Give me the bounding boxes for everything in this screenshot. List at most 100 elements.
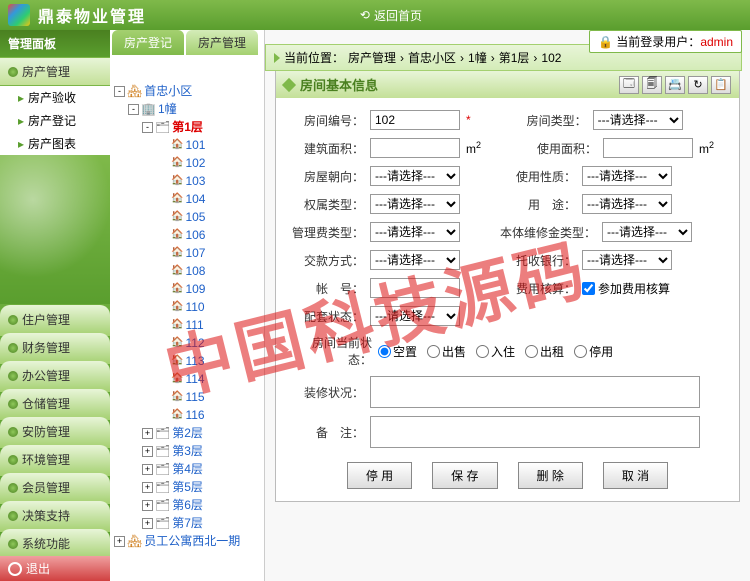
sidebar-item[interactable]: 财务管理 bbox=[0, 333, 110, 364]
status-radio[interactable]: 停用 bbox=[574, 343, 613, 360]
tree-node[interactable]: +🏘员工公寓西北一期 bbox=[114, 532, 260, 550]
status-radio[interactable]: 入住 bbox=[476, 343, 515, 360]
tree-node[interactable]: 🏠116 bbox=[114, 406, 260, 424]
tab-register[interactable]: 房产登记 bbox=[112, 30, 184, 55]
tool-btn[interactable]: 📋 bbox=[711, 76, 731, 94]
use-type-select[interactable]: ---请选择--- bbox=[582, 166, 672, 186]
tree-node[interactable]: 🏠102 bbox=[114, 154, 260, 172]
arrow-icon bbox=[274, 53, 280, 63]
tool-btn[interactable]: 📇 bbox=[665, 76, 685, 94]
main-content: 房间基本信息 🗔 🗐 📇 ↻ 📋 房间编号： * 房间类型： ---请选择--- bbox=[265, 30, 750, 581]
room-type-select[interactable]: ---请选择--- bbox=[593, 110, 683, 130]
ownership-select[interactable]: ---请选择--- bbox=[370, 194, 460, 214]
tree-node[interactable]: -🏢1幢 bbox=[114, 100, 260, 118]
crumb[interactable]: 1幢 bbox=[468, 49, 487, 66]
delete-button[interactable]: 删 除 bbox=[518, 462, 583, 489]
tree-node[interactable]: 🏠104 bbox=[114, 190, 260, 208]
status-radio[interactable]: 空置 bbox=[378, 343, 417, 360]
label: 使用面积： bbox=[517, 140, 597, 157]
decor-textarea[interactable] bbox=[370, 376, 700, 408]
equip-select[interactable]: ---请选择--- bbox=[370, 306, 460, 326]
tree-node[interactable]: -🏘首忠小区 bbox=[114, 82, 260, 100]
tab-manage[interactable]: 房产管理 bbox=[186, 30, 258, 55]
label: 交款方式： bbox=[292, 252, 364, 269]
tree-node[interactable]: 🏠114 bbox=[114, 370, 260, 388]
join-check[interactable]: 参加费用核算 bbox=[582, 280, 670, 297]
remark-textarea[interactable] bbox=[370, 416, 700, 448]
label: 费用核算： bbox=[496, 280, 576, 297]
disable-button[interactable]: 停 用 bbox=[347, 462, 412, 489]
tool-btn[interactable]: 🗐 bbox=[642, 76, 662, 94]
label: 房屋朝向： bbox=[292, 168, 364, 185]
sidebar-item[interactable]: 决策支持 bbox=[0, 501, 110, 532]
tree-node[interactable]: 🏠110 bbox=[114, 298, 260, 316]
tool-btn[interactable]: ↻ bbox=[688, 76, 708, 94]
label: 使用性质： bbox=[496, 168, 576, 185]
tool-btn[interactable]: 🗔 bbox=[619, 76, 639, 94]
fee-type-select[interactable]: ---请选择--- bbox=[370, 222, 460, 242]
tree-node[interactable]: +🗂第5层 bbox=[114, 478, 260, 496]
room-no-input[interactable] bbox=[370, 110, 460, 130]
crumb[interactable]: 102 bbox=[541, 51, 561, 65]
label: 托收银行： bbox=[496, 252, 576, 269]
tree-node[interactable]: 🏠103 bbox=[114, 172, 260, 190]
tree-node[interactable]: -🗂第1层 bbox=[114, 118, 260, 136]
sidebar-item[interactable]: 安防管理 bbox=[0, 417, 110, 448]
sidebar-sub[interactable]: ▸房产验收 bbox=[0, 86, 110, 109]
tree-node[interactable]: 🏠101 bbox=[114, 136, 260, 154]
sidebar: 管理面板 房产管理 ▸房产验收 ▸房产登记 ▸房产图表 住户管理财务管理办公管理… bbox=[0, 30, 110, 581]
label: 管理费类型： bbox=[292, 224, 364, 241]
pay-method-select[interactable]: ---请选择--- bbox=[370, 250, 460, 270]
tree-node[interactable]: 🏠112 bbox=[114, 334, 260, 352]
tree-node[interactable]: 🏠115 bbox=[114, 388, 260, 406]
label: 权属类型： bbox=[292, 196, 364, 213]
app-logo bbox=[8, 4, 30, 26]
status-radio[interactable]: 出租 bbox=[525, 343, 564, 360]
label: 房间类型： bbox=[507, 112, 587, 129]
tree-tabs: 房产登记 房产管理 bbox=[112, 30, 258, 55]
sidebar-item[interactable]: 环境管理 bbox=[0, 445, 110, 476]
tree-node[interactable]: 🏠105 bbox=[114, 208, 260, 226]
sidebar-item[interactable]: 仓储管理 bbox=[0, 389, 110, 420]
maint-type-select[interactable]: ---请选择--- bbox=[602, 222, 692, 242]
tree-node[interactable]: 🏠113 bbox=[114, 352, 260, 370]
save-button[interactable]: 保 存 bbox=[432, 462, 497, 489]
status-radio[interactable]: 出售 bbox=[427, 343, 466, 360]
power-icon bbox=[8, 562, 22, 576]
tree-node[interactable]: +🗂第3层 bbox=[114, 442, 260, 460]
label: 房间当前状态： bbox=[292, 334, 372, 368]
tree-node[interactable]: 🏠106 bbox=[114, 226, 260, 244]
label: 装修状况： bbox=[292, 384, 364, 401]
sidebar-item[interactable]: 住户管理 bbox=[0, 305, 110, 336]
sidebar-sub[interactable]: ▸房产登记 bbox=[0, 109, 110, 132]
sidebar-sub[interactable]: ▸房产图表 bbox=[0, 132, 110, 155]
label: 房间编号： bbox=[292, 112, 364, 129]
cancel-button[interactable]: 取 消 bbox=[603, 462, 668, 489]
tree-node[interactable]: 🏠108 bbox=[114, 262, 260, 280]
sidebar-item[interactable]: 会员管理 bbox=[0, 473, 110, 504]
use-area-input[interactable] bbox=[603, 138, 693, 158]
sidebar-item-property[interactable]: 房产管理 bbox=[0, 58, 110, 85]
build-area-input[interactable] bbox=[370, 138, 460, 158]
exit-button[interactable]: 退出 bbox=[0, 556, 110, 581]
direction-select[interactable]: ---请选择--- bbox=[370, 166, 460, 186]
tree-node[interactable]: +🗂第2层 bbox=[114, 424, 260, 442]
tree-node[interactable]: 🏠109 bbox=[114, 280, 260, 298]
label: 用 途： bbox=[496, 196, 576, 213]
account-input[interactable] bbox=[370, 278, 460, 298]
label: 帐 号： bbox=[292, 280, 364, 297]
tree-node[interactable]: 🏠107 bbox=[114, 244, 260, 262]
crumb[interactable]: 房产管理 bbox=[348, 49, 396, 66]
tree-node[interactable]: +🗂第6层 bbox=[114, 496, 260, 514]
tree-node[interactable]: +🗂第4层 bbox=[114, 460, 260, 478]
form-panel: 房间基本信息 🗔 🗐 📇 ↻ 📋 房间编号： * 房间类型： ---请选择--- bbox=[275, 70, 740, 502]
sidebar-item[interactable]: 办公管理 bbox=[0, 361, 110, 392]
diamond-icon bbox=[282, 77, 296, 91]
crumb[interactable]: 首忠小区 bbox=[408, 49, 456, 66]
tree-node[interactable]: +🗂第7层 bbox=[114, 514, 260, 532]
tree-node[interactable]: 🏠111 bbox=[114, 316, 260, 334]
crumb[interactable]: 第1层 bbox=[499, 49, 530, 66]
bank-select[interactable]: ---请选择--- bbox=[582, 250, 672, 270]
home-link[interactable]: ⟲ 返回首页 bbox=[360, 7, 422, 24]
usage-select[interactable]: ---请选择--- bbox=[582, 194, 672, 214]
